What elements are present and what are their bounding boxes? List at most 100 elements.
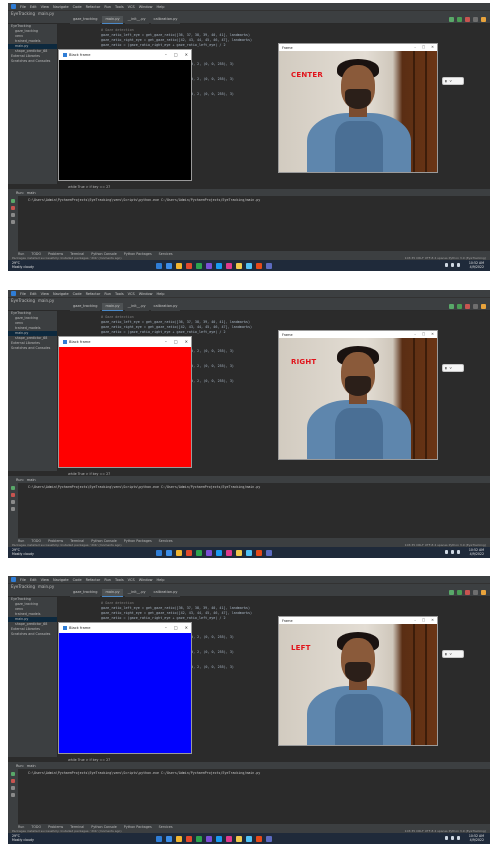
run-icon[interactable] (449, 17, 454, 22)
menu-item[interactable]: Navigate (53, 5, 69, 9)
tree-item[interactable]: Scratches and Consoles (8, 632, 57, 637)
settings-icon[interactable] (481, 304, 486, 309)
tab-gaze-tracking[interactable]: gaze_tracking (70, 303, 101, 311)
menu-item[interactable]: Tools (115, 292, 124, 296)
stop-run-icon[interactable] (11, 206, 15, 210)
close-icon[interactable]: ✕ (185, 339, 188, 344)
tool-window-button[interactable]: Run (18, 825, 24, 829)
floating-popup[interactable]: ▮ V (442, 364, 464, 372)
black-frame-window[interactable]: Black frame – □ ✕ (58, 622, 192, 754)
print-icon[interactable] (11, 793, 15, 797)
run-tab[interactable]: main (27, 764, 36, 768)
tool-window-button[interactable]: Python Console (91, 539, 117, 543)
taskbar-app-icon[interactable] (196, 836, 202, 842)
tool-window-button[interactable]: Problems (48, 252, 63, 256)
network-icon[interactable] (445, 263, 448, 267)
taskbar-app-icon[interactable] (196, 263, 202, 269)
frame-titlebar[interactable]: Frame – □ ✕ (279, 44, 437, 51)
minimize-icon[interactable]: – (165, 625, 167, 630)
network-icon[interactable] (445, 836, 448, 840)
run-tab[interactable]: main (27, 191, 36, 195)
frame-titlebar[interactable]: Frame – □ ✕ (279, 331, 437, 338)
tool-window-button[interactable]: Problems (48, 825, 63, 829)
taskbar-app-icon[interactable] (226, 263, 232, 269)
stop-icon[interactable] (465, 17, 470, 22)
search-icon[interactable] (473, 590, 478, 595)
menu-item[interactable]: Run (104, 578, 111, 582)
taskbar-app-icon[interactable] (256, 263, 262, 269)
frame-window[interactable]: Frame – □ ✕ LEFT (278, 616, 438, 746)
frame-window[interactable]: Frame – □ ✕ CENTER (278, 43, 438, 173)
scroll-icon[interactable] (11, 786, 15, 790)
search-icon[interactable] (473, 17, 478, 22)
menu-item[interactable]: View (41, 292, 49, 296)
taskbar-app-icon[interactable] (166, 836, 172, 842)
weather-widget[interactable]: 29°C Mostly cloudy (12, 548, 34, 556)
menu-item[interactable]: Refactor (86, 292, 101, 296)
battery-icon[interactable] (457, 836, 460, 840)
black-frame-titlebar[interactable]: Black frame – □ ✕ (59, 623, 191, 633)
taskbar-app-icon[interactable] (256, 836, 262, 842)
menu-item[interactable]: Help (157, 292, 165, 296)
taskbar-app-icon[interactable] (166, 263, 172, 269)
maximize-icon[interactable]: □ (174, 625, 178, 630)
taskbar-app-icon[interactable] (206, 836, 212, 842)
frame-window[interactable]: Frame – □ ✕ RIGHT (278, 330, 438, 460)
tool-window-button[interactable]: Services (159, 539, 173, 543)
run-icon[interactable] (449, 590, 454, 595)
close-icon[interactable]: ✕ (431, 45, 434, 49)
tool-window-button[interactable]: Python Packages (124, 539, 152, 543)
maximize-icon[interactable]: □ (422, 618, 425, 622)
tool-window-button[interactable]: Python Console (91, 252, 117, 256)
menu-item[interactable]: Edit (30, 5, 37, 9)
debug-icon[interactable] (457, 590, 462, 595)
tab-calibration[interactable]: calibration.py (150, 303, 181, 311)
menu-item[interactable]: Tools (115, 5, 124, 9)
tab-main[interactable]: main.py (102, 16, 123, 24)
stop-icon[interactable] (465, 590, 470, 595)
taskbar-app-icon[interactable] (156, 550, 162, 556)
menu-item[interactable]: Run (104, 292, 111, 296)
menu-item[interactable]: Code (73, 5, 82, 9)
floating-popup[interactable]: ▮ V (442, 650, 464, 658)
menu-item[interactable]: Navigate (53, 578, 69, 582)
clock[interactable]: 10:52 AM 4/9/2022 (469, 834, 484, 842)
tool-window-button[interactable]: TODO (31, 825, 41, 829)
battery-icon[interactable] (457, 263, 460, 267)
debug-icon[interactable] (457, 304, 462, 309)
taskbar-app-icon[interactable] (216, 550, 222, 556)
black-frame-window[interactable]: Black frame – □ ✕ (58, 336, 192, 468)
close-icon[interactable]: ✕ (185, 625, 188, 630)
menu-item[interactable]: Refactor (86, 578, 101, 582)
tree-item[interactable]: Scratches and Consoles (8, 59, 57, 64)
menu-item[interactable]: Help (157, 578, 165, 582)
debug-icon[interactable] (457, 17, 462, 22)
taskbar-app-icon[interactable] (266, 836, 272, 842)
tool-window-button[interactable]: TODO (31, 539, 41, 543)
tab-calibration[interactable]: calibration.py (150, 16, 181, 24)
minimize-icon[interactable]: – (414, 332, 416, 336)
minimize-icon[interactable]: – (165, 339, 167, 344)
taskbar-app-icon[interactable] (156, 836, 162, 842)
tab-main[interactable]: main.py (102, 589, 123, 597)
menu-item[interactable]: File (20, 5, 26, 9)
tab-gaze-tracking[interactable]: gaze_tracking (70, 16, 101, 24)
menu-item[interactable]: Window (139, 292, 153, 296)
frame-titlebar[interactable]: Frame – □ ✕ (279, 617, 437, 624)
taskbar-app-icon[interactable] (216, 836, 222, 842)
taskbar-app-icon[interactable] (176, 836, 182, 842)
menu-item[interactable]: Code (73, 292, 82, 296)
black-frame-titlebar[interactable]: Black frame – □ ✕ (59, 337, 191, 347)
taskbar-app-icon[interactable] (266, 550, 272, 556)
maximize-icon[interactable]: □ (422, 45, 425, 49)
weather-widget[interactable]: 29°C Mostly cloudy (12, 834, 34, 842)
maximize-icon[interactable]: □ (422, 332, 425, 336)
volume-icon[interactable] (451, 550, 454, 554)
tab-init[interactable]: __init__.py (124, 589, 149, 597)
black-frame-window[interactable]: Black frame – □ ✕ (58, 49, 192, 181)
taskbar-app-icon[interactable] (176, 263, 182, 269)
maximize-icon[interactable]: □ (174, 52, 178, 57)
menu-item[interactable]: Tools (115, 578, 124, 582)
maximize-icon[interactable]: □ (174, 339, 178, 344)
taskbar-app-icon[interactable] (186, 836, 192, 842)
